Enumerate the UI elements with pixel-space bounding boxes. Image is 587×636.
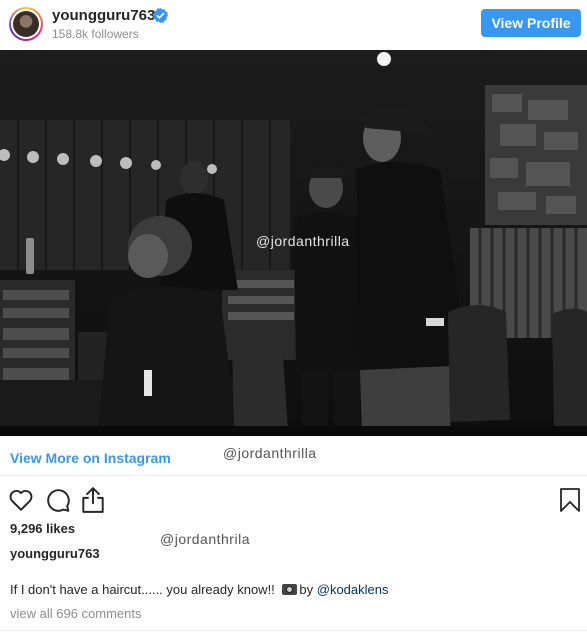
likes-count[interactable]: 9,296 likes [10, 521, 75, 536]
caption-mention-link[interactable]: @kodaklens [317, 582, 389, 597]
view-more-on-instagram-link[interactable]: View More on Instagram [10, 450, 171, 466]
divider [0, 475, 587, 476]
caption-by: by [299, 582, 317, 597]
photo-watermark: @jordanthrilla [256, 233, 350, 249]
followers-count: 158.8k followers [52, 27, 139, 41]
heart-icon[interactable] [8, 487, 34, 513]
bookmark-icon[interactable] [558, 487, 582, 513]
username[interactable]: youngguru763 [52, 7, 155, 24]
verified-badge-icon [153, 8, 168, 23]
divider [0, 630, 587, 631]
avatar-image [13, 11, 39, 37]
post-photo[interactable]: @jordanthrilla [0, 50, 587, 436]
share-icon[interactable] [80, 486, 106, 514]
view-profile-button[interactable]: View Profile [481, 9, 581, 37]
caption-text: If I don't have a haircut...... you alre… [10, 582, 279, 597]
view-all-comments-link[interactable]: view all 696 comments [10, 606, 142, 621]
post-owner-username[interactable]: youngguru763 [10, 546, 100, 561]
comment-icon[interactable] [45, 487, 71, 513]
camera-emoji-icon [282, 584, 298, 595]
watermark-text-2: @jordanthrila [160, 531, 250, 547]
watermark-text: @jordanthrilla [223, 445, 317, 461]
avatar[interactable] [9, 7, 43, 41]
post-header: youngguru763 158.8k followers View Profi… [0, 0, 587, 50]
post-caption: If I don't have a haircut...... you alre… [10, 582, 389, 597]
